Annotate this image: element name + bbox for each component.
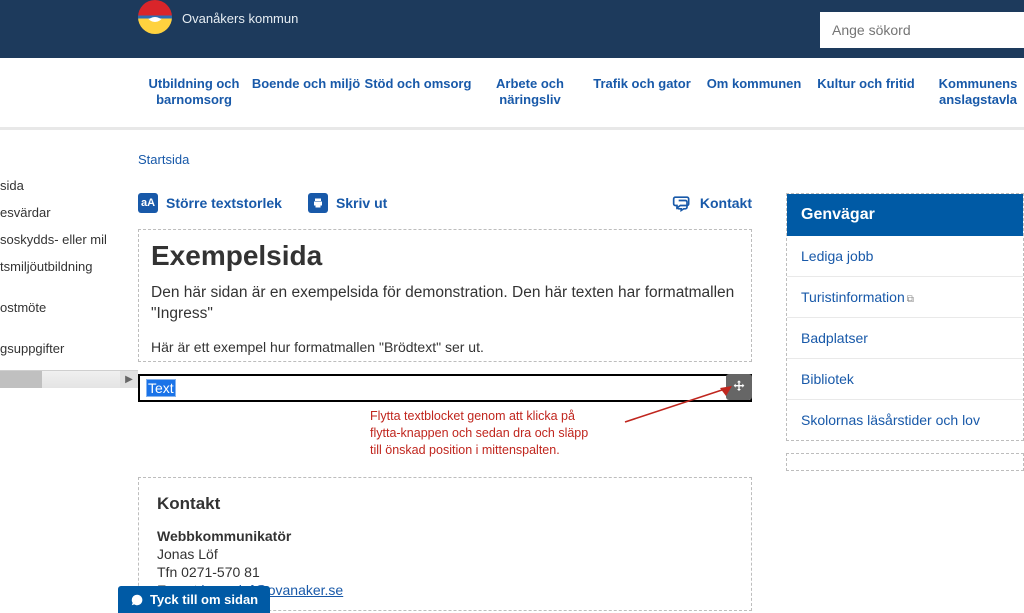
nav-item-kultur[interactable]: Kultur och fritid [810, 58, 922, 127]
print-button[interactable]: Skriv ut [308, 193, 387, 213]
search-input[interactable] [820, 12, 1024, 48]
tree-item[interactable]: tsmiljöutbildning [0, 253, 138, 280]
body-text: Här är ett exempel hur formatmallen "Brö… [151, 339, 739, 355]
shortcuts-box: Genvägar Lediga jobb Turistinformation⧉ … [786, 193, 1024, 441]
search-container [820, 12, 1024, 48]
nav-item-utbildning[interactable]: Utbildning och barnomsorg [138, 58, 250, 127]
speech-icon [130, 593, 144, 607]
text-size-button[interactable]: aA Större textstorlek [138, 193, 282, 213]
contact-name: Jonas Löf [157, 546, 733, 562]
text-block-label: Text [146, 379, 176, 397]
shortcuts-heading: Genvägar [787, 194, 1023, 236]
move-icon [731, 379, 747, 395]
primary-nav: Utbildning och barnomsorg Boende och mil… [0, 58, 1024, 130]
shortcut-item[interactable]: Turistinformation⧉ [787, 276, 1023, 317]
contact-role: Webbkommunikatör [157, 528, 733, 544]
page-body: sida esvärdar soskydds- eller mil tsmilj… [0, 130, 1024, 611]
text-size-icon: aA [138, 193, 158, 213]
municipality-logo [138, 0, 172, 34]
tree-item[interactable]: gsuppgifter [0, 335, 138, 362]
scrollbar-thumb[interactable] [0, 371, 42, 388]
tree-item[interactable]: esvärdar [0, 199, 138, 226]
ingress-text: Den här sidan är en exempelsida för demo… [151, 282, 739, 325]
scrollbar-arrow-right-icon[interactable]: ▶ [120, 371, 138, 388]
text-block-module[interactable]: Text [138, 374, 752, 402]
breadcrumb[interactable]: Startsida [138, 152, 1024, 167]
main-column: Startsida aA Större textstorlek Skriv ut [138, 130, 1024, 611]
contact-button[interactable]: Kontakt [672, 193, 752, 213]
shortcut-item[interactable]: Bibliotek [787, 358, 1023, 399]
contact-label: Kontakt [700, 195, 752, 211]
contact-heading: Kontakt [157, 494, 733, 514]
empty-module-slot[interactable] [786, 453, 1024, 471]
shortcut-item[interactable]: Lediga jobb [787, 236, 1023, 276]
header-subtitle: Ovanåkers kommun [182, 11, 298, 26]
speech-bubble-icon [672, 193, 692, 213]
feedback-button[interactable]: Tyck till om sidan [118, 586, 270, 613]
print-icon [308, 193, 328, 213]
logo-bird-icon [145, 7, 165, 27]
move-handle[interactable] [726, 374, 752, 400]
nav-item-stod[interactable]: Stöd och omsorg [362, 58, 474, 127]
content-column: aA Större textstorlek Skriv ut Kontakt [138, 193, 752, 611]
page-title: Exempelsida [151, 240, 739, 272]
text-size-label: Större textstorlek [166, 195, 282, 211]
shortcut-item[interactable]: Skolornas läsårstider och lov [787, 399, 1023, 440]
tree-item[interactable]: soskydds- eller mil [0, 226, 138, 253]
sidebar: Genvägar Lediga jobb Turistinformation⧉ … [786, 193, 1024, 471]
nav-item-om[interactable]: Om kommunen [698, 58, 810, 127]
tree-item[interactable]: sida [0, 172, 138, 199]
nav-item-boende[interactable]: Boende och miljö [250, 58, 362, 127]
site-header: Ovanåkers kommun [0, 0, 1024, 58]
nav-item-arbete[interactable]: Arbete och näringsliv [474, 58, 586, 127]
external-link-icon: ⧉ [907, 294, 914, 305]
feedback-label: Tyck till om sidan [150, 592, 258, 607]
print-label: Skriv ut [336, 195, 387, 211]
contact-phone: Tfn 0271-570 81 [157, 564, 733, 580]
header-left: Ovanåkers kommun [138, 0, 298, 34]
annotation-text: Flytta textblocket genom att klicka på f… [370, 408, 752, 459]
nav-item-trafik[interactable]: Trafik och gator [586, 58, 698, 127]
tree-item[interactable]: ostmöte [0, 294, 138, 321]
tree-horizontal-scrollbar[interactable]: ▶ [0, 370, 138, 388]
left-tree-panel: sida esvärdar soskydds- eller mil tsmilj… [0, 130, 138, 611]
page-toolbar: aA Större textstorlek Skriv ut Kontakt [138, 193, 752, 213]
shortcut-item[interactable]: Badplatser [787, 317, 1023, 358]
nav-item-anslag[interactable]: Kommunens anslagstavla [922, 58, 1024, 127]
editable-content-block[interactable]: Exempelsida Den här sidan är en exempels… [138, 229, 752, 362]
